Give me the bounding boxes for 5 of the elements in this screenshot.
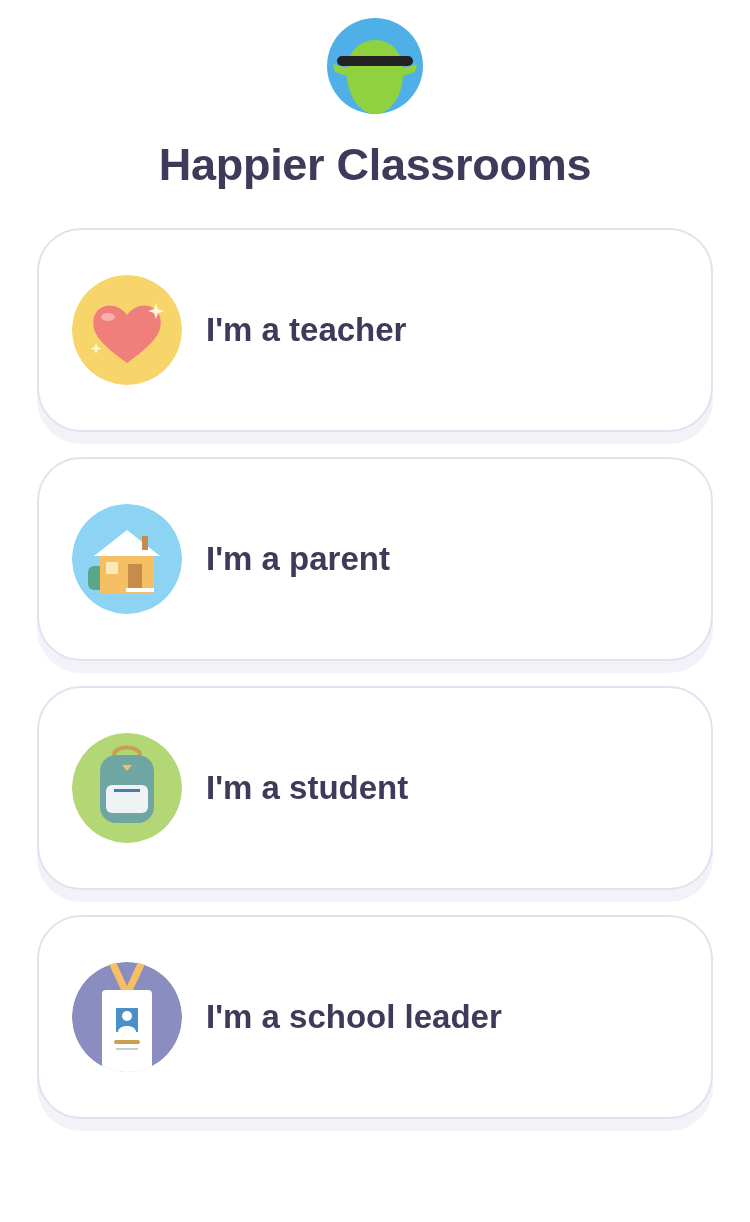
id-badge-icon <box>72 962 182 1072</box>
logo-icon <box>327 18 423 114</box>
backpack-icon <box>72 733 182 843</box>
house-icon <box>72 504 182 614</box>
app-title: Happier Classrooms <box>158 138 592 192</box>
